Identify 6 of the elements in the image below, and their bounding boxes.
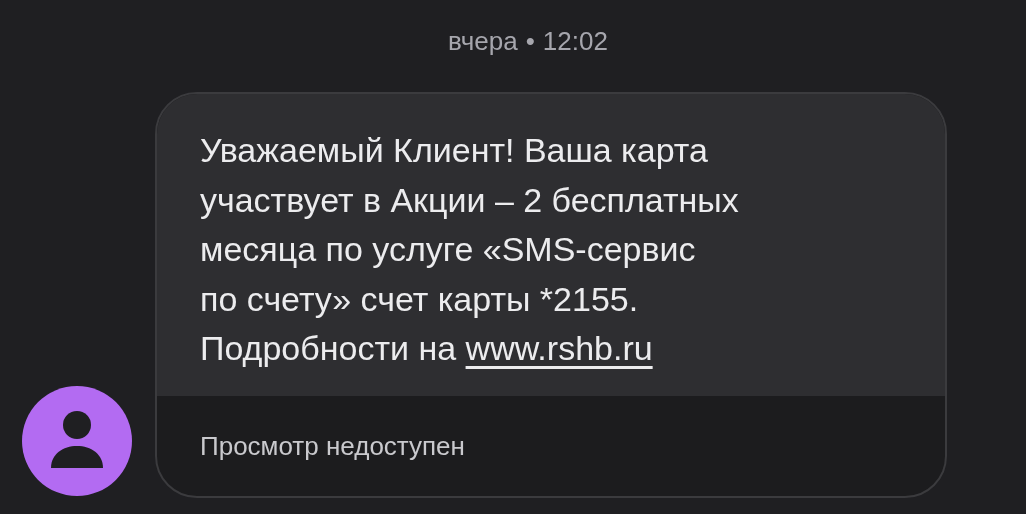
date-label: вчера xyxy=(448,25,518,57)
preview-status: Просмотр недоступен xyxy=(200,430,465,462)
time-label: 12:02 xyxy=(542,25,608,57)
message-link[interactable]: www.rshb.ru xyxy=(465,329,653,367)
separator-dot: • xyxy=(525,25,535,57)
message-text: Уважаемый Клиент! Ваша карта участвует в Акции – 2 бесплатных месяца по услуге «SMS-сервис по счету» счет карты *2155. Подробности на www.rshb.ru xyxy=(200,130,740,369)
